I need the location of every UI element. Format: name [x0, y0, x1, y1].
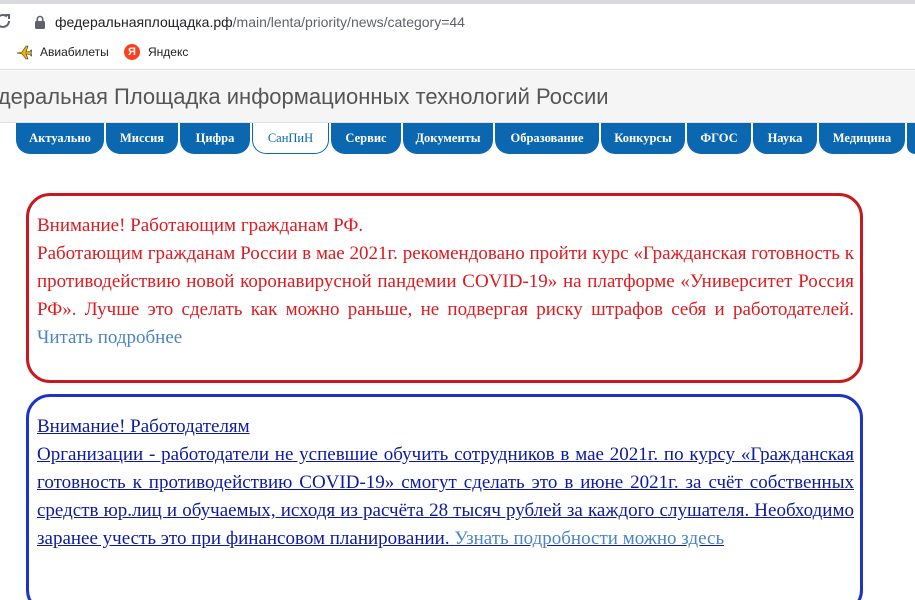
url-host: федеральнаяплощадка.рф	[55, 14, 233, 30]
tab-servis[interactable]: Сервис	[331, 123, 401, 154]
tab-sanpin[interactable]: СанПиН	[252, 123, 329, 154]
airplane-icon	[16, 45, 32, 60]
notice-employers-body[interactable]: Организации - работодатели не успевшие о…	[37, 444, 854, 549]
tab-fgos[interactable]: ФГОС	[687, 123, 751, 154]
bookmark-yandex[interactable]: Я Яндекс	[124, 44, 188, 60]
notice-workers-body: Работающим гражданам России в мае 2021г.…	[37, 243, 854, 320]
read-more-link[interactable]: Читать подробнее	[37, 327, 182, 348]
bookmarks-bar: Авиабилеты Я Яндекс	[0, 40, 915, 70]
bookmark-label: Яндекс	[148, 45, 189, 59]
lock-icon[interactable]	[34, 15, 46, 29]
notice-workers: Внимание! Работающим гражданам РФ. Работ…	[26, 193, 863, 383]
url-text[interactable]: федеральнаяплощадка.рф/main/lenta/priori…	[55, 14, 465, 30]
reload-icon[interactable]	[0, 12, 12, 30]
tab-dokumenty[interactable]: Документы	[403, 123, 493, 154]
tab-konkursy[interactable]: Конкурсы	[601, 123, 685, 154]
tab-aktualno[interactable]: Актуально	[16, 123, 104, 154]
notice-workers-text: Внимание! Работающим гражданам РФ. Работ…	[37, 212, 854, 352]
site-header: едеральная Площадка информационных техно…	[0, 71, 915, 123]
site-title: едеральная Площадка информационных техно…	[0, 84, 609, 109]
notice-employers-text[interactable]: Внимание! Работодателям Организации - ра…	[37, 413, 854, 553]
tab-nauka[interactable]: Наука	[753, 123, 817, 154]
bookmark-label: Авиабилеты	[40, 45, 109, 59]
notice-employers-heading[interactable]: Внимание! Работодателям	[37, 413, 854, 441]
notice-workers-heading: Внимание! Работающим гражданам РФ.	[37, 215, 364, 236]
notice-employers-paragraph: Организации - работодатели не успевшие о…	[37, 441, 854, 553]
details-link[interactable]: Узнать подробности можно здесь	[454, 528, 724, 549]
url-path: /main/lenta/priority/news/category=44	[232, 14, 465, 30]
yandex-icon: Я	[124, 44, 140, 60]
notice-employers: Внимание! Работодателям Организации - ра…	[26, 394, 863, 600]
tab-obrazovanie[interactable]: Образование	[495, 123, 599, 154]
address-bar[interactable]: федеральнаяплощадка.рф/main/lenta/priori…	[0, 0, 915, 40]
notice-workers-paragraph: Работающим гражданам России в мае 2021г.…	[37, 240, 854, 352]
tab-meditsina[interactable]: Медицина	[819, 123, 905, 154]
bookmark-aviabilety[interactable]: Авиабилеты	[16, 44, 109, 60]
tab-tsifra[interactable]: Цифра	[180, 123, 250, 154]
category-nav: Актуально Миссия Цифра СанПиН Сервис Док…	[0, 123, 915, 155]
tab-missiya[interactable]: Миссия	[106, 123, 178, 154]
tab-overflow[interactable]	[907, 123, 915, 154]
